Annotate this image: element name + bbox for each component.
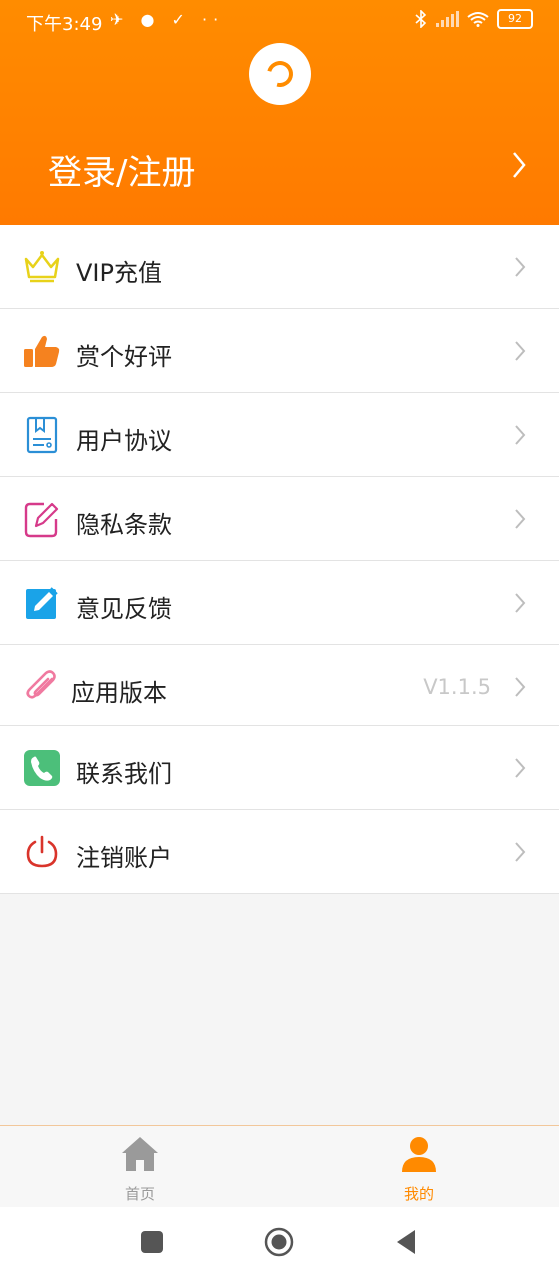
crown-icon: [24, 251, 60, 283]
document-icon: [26, 416, 58, 454]
menu-item-label: VIP充值: [76, 259, 162, 287]
status-bar: 下午3:49 ✈ ● ✓ ·· 92: [0, 0, 559, 42]
menu-item-label: 联系我们: [76, 760, 172, 788]
chevron-right-icon: [515, 677, 526, 697]
menu-item-user-agreement[interactable]: 用户协议: [0, 393, 559, 477]
tab-mine-label: 我的: [403, 1185, 434, 1203]
menu-item-delete-account[interactable]: 注销账户: [0, 810, 559, 894]
power-icon: [26, 835, 58, 868]
chevron-right-icon: [515, 758, 526, 778]
paperclip-icon: [26, 670, 56, 699]
chevron-right-icon: [515, 509, 526, 529]
menu-item-privacy-policy[interactable]: 隐私条款: [0, 477, 559, 561]
login-register-link[interactable]: 登录/注册: [48, 145, 195, 194]
home-button[interactable]: [264, 1227, 294, 1257]
bottom-tab-bar: 首页 我的: [0, 1125, 559, 1208]
signal-icon: [436, 11, 459, 27]
tab-mine[interactable]: 我的: [349, 1126, 489, 1208]
settings-menu: VIP充值 赏个好评 用户协议 隐私条款 意见反馈 应用版本 V1.1.5 联系…: [0, 225, 559, 894]
header-banner: 下午3:49 ✈ ● ✓ ·· 92 登录/注册: [0, 0, 559, 225]
system-navigation-bar: [0, 1207, 559, 1280]
menu-item-label: 用户协议: [76, 427, 172, 455]
menu-item-label: 赏个好评: [76, 343, 172, 371]
bluetooth-icon: [415, 10, 427, 28]
tab-home-label: 首页: [124, 1185, 155, 1203]
phone-icon: [24, 750, 60, 786]
menu-item-feedback[interactable]: 意见反馈: [0, 561, 559, 645]
back-button[interactable]: [395, 1228, 417, 1256]
app-version-value: V1.1.5: [423, 675, 491, 699]
menu-item-vip-recharge[interactable]: VIP充值: [0, 225, 559, 309]
chevron-right-icon: [515, 593, 526, 613]
app-logo: [249, 43, 311, 105]
chevron-right-icon: [515, 257, 526, 277]
logo-ring-icon: [262, 56, 298, 92]
pencil-icon: [26, 587, 58, 619]
menu-item-label: 应用版本: [71, 679, 167, 707]
thumbs-up-icon: [24, 335, 60, 367]
chevron-right-icon[interactable]: [511, 150, 527, 180]
chevron-right-icon: [515, 341, 526, 361]
wifi-icon: [467, 12, 489, 27]
chevron-right-icon: [515, 842, 526, 862]
tab-home[interactable]: 首页: [70, 1126, 210, 1208]
edit-note-icon: [24, 502, 59, 538]
notification-icons: ✈ ● ✓ ··: [110, 10, 225, 29]
home-icon: [122, 1137, 158, 1171]
menu-item-label: 意见反馈: [76, 595, 172, 623]
menu-item-rate-app[interactable]: 赏个好评: [0, 309, 559, 393]
user-icon: [402, 1137, 436, 1172]
menu-item-label: 隐私条款: [76, 511, 172, 539]
menu-item-app-version[interactable]: 应用版本 V1.1.5: [0, 645, 559, 726]
menu-item-label: 注销账户: [76, 844, 172, 872]
chevron-right-icon: [515, 425, 526, 445]
status-right-icons: 92: [415, 9, 533, 29]
recent-apps-button[interactable]: [141, 1231, 163, 1253]
battery-icon: 92: [497, 9, 533, 29]
status-time: 下午3:49: [26, 14, 103, 35]
menu-item-contact-us[interactable]: 联系我们: [0, 726, 559, 810]
